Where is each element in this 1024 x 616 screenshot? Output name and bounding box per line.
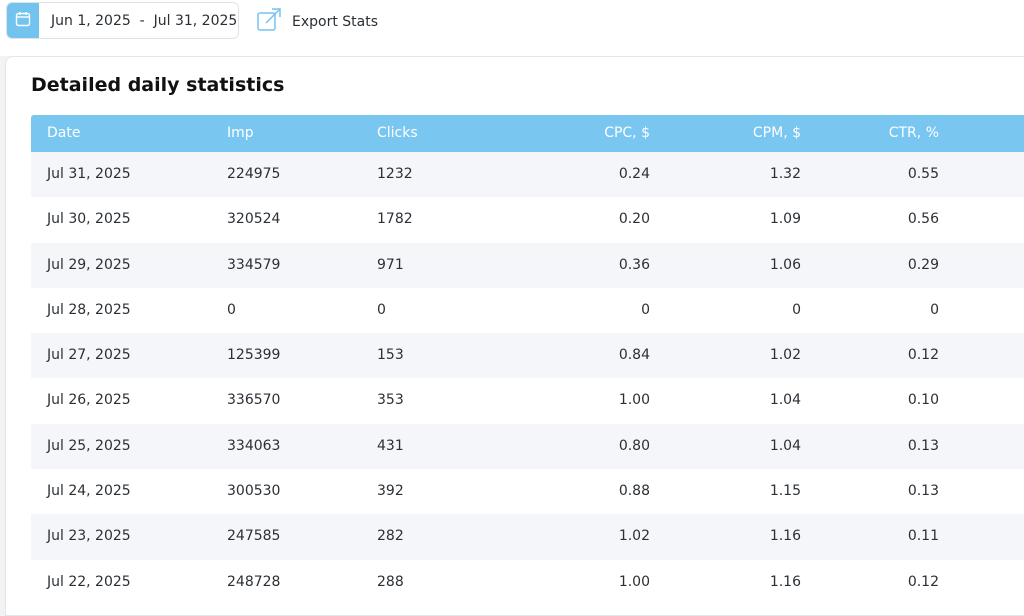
calendar-icon xyxy=(15,11,31,31)
cell-clicks: 392 xyxy=(377,483,404,500)
cell-ctr: 0.12 xyxy=(907,347,939,364)
table-row: Jul 27, 2025 125399 153 0.84 1.02 0.12 xyxy=(31,333,1024,379)
table-row: Jul 26, 2025 336570 353 1.00 1.04 0.10 xyxy=(31,378,1024,424)
cell-ctr: 0.11 xyxy=(907,528,939,545)
cell-cpm: 1.06 xyxy=(769,256,801,273)
cell-clicks: 153 xyxy=(377,347,404,364)
cell-cpm: 1.32 xyxy=(769,166,801,182)
column-header-cpm[interactable]: CPM, $ xyxy=(753,115,801,152)
cell-cpm: 1.02 xyxy=(769,347,801,364)
cell-date: Jul 23, 2025 xyxy=(47,528,131,545)
cell-ctr: 0 xyxy=(930,301,939,318)
cell-imp: 320524 xyxy=(227,211,281,228)
table-row: Jul 31, 2025 224975 1232 0.24 1.32 0.55 xyxy=(31,152,1024,198)
cell-cpm: 1.15 xyxy=(769,483,801,500)
cell-imp: 334579 xyxy=(227,256,281,273)
cell-date: Jul 27, 2025 xyxy=(47,347,131,364)
cell-imp: 125399 xyxy=(227,347,281,364)
table-row: Jul 29, 2025 334579 971 0.36 1.06 0.29 xyxy=(31,242,1024,288)
table-row: Jul 30, 2025 320524 1782 0.20 1.09 0.56 xyxy=(31,197,1024,243)
cell-cpc: 0.24 xyxy=(618,166,650,182)
cell-cpm: 1.16 xyxy=(769,573,801,590)
cell-cpm: 1.09 xyxy=(769,211,801,228)
cell-imp: 224975 xyxy=(227,166,281,182)
cell-cpc: 0.20 xyxy=(618,211,650,228)
cell-ctr: 0.13 xyxy=(907,437,939,454)
column-header-cpc[interactable]: CPC, $ xyxy=(604,115,650,152)
table-header: Date Imp Clicks CPC, $ CPM, $ CTR, % xyxy=(31,115,1024,152)
cell-clicks: 282 xyxy=(377,528,404,545)
export-stats-label[interactable]: Export Stats xyxy=(292,14,378,30)
cell-clicks: 0 xyxy=(377,301,386,318)
cell-date: Jul 31, 2025 xyxy=(47,166,131,182)
cell-cpm: 1.16 xyxy=(769,528,801,545)
cell-ctr: 0.10 xyxy=(907,392,939,409)
cell-date: Jul 22, 2025 xyxy=(47,573,131,590)
cell-imp: 334063 xyxy=(227,437,281,454)
cell-clicks: 1782 xyxy=(377,211,413,228)
column-header-date[interactable]: Date xyxy=(47,115,80,152)
cell-clicks: 431 xyxy=(377,437,404,454)
cell-cpc: 0.36 xyxy=(618,256,650,273)
cell-clicks: 1232 xyxy=(377,166,413,182)
cell-cpm: 1.04 xyxy=(769,437,801,454)
date-range-picker[interactable]: Jun 1, 2025 - Jul 31, 2025 xyxy=(6,2,239,39)
cell-date: Jul 26, 2025 xyxy=(47,392,131,409)
cell-cpm: 1.04 xyxy=(769,392,801,409)
cell-clicks: 971 xyxy=(377,256,404,273)
cell-ctr: 0.13 xyxy=(907,483,939,500)
cell-imp: 336570 xyxy=(227,392,281,409)
cell-cpc: 0.88 xyxy=(618,483,650,500)
cell-cpc: 0.84 xyxy=(618,347,650,364)
column-header-imp[interactable]: Imp xyxy=(227,115,254,152)
cell-clicks: 288 xyxy=(377,573,404,590)
page-title: Detailed daily statistics xyxy=(31,74,285,96)
cell-imp: 247585 xyxy=(227,528,281,545)
cell-date: Jul 29, 2025 xyxy=(47,256,131,273)
statistics-card: Detailed daily statistics Date Imp Click… xyxy=(5,56,1024,616)
cell-cpm: 0 xyxy=(792,301,801,318)
cell-cpc: 1.00 xyxy=(618,392,650,409)
cell-ctr: 0.12 xyxy=(907,573,939,590)
cell-ctr: 0.55 xyxy=(907,166,939,182)
statistics-table: Date Imp Clicks CPC, $ CPM, $ CTR, % Jul… xyxy=(31,115,1024,605)
cell-ctr: 0.29 xyxy=(907,256,939,273)
table-row: Jul 28, 2025 0 0 0 0 0 xyxy=(31,287,1024,334)
cell-date: Jul 30, 2025 xyxy=(47,211,131,228)
cell-cpc: 1.00 xyxy=(618,573,650,590)
cell-date: Jul 24, 2025 xyxy=(47,483,131,500)
cell-cpc: 1.02 xyxy=(618,528,650,545)
table-row: Jul 22, 2025 248728 288 1.00 1.16 0.12 xyxy=(31,559,1024,605)
cell-cpc: 0 xyxy=(641,301,650,318)
cell-clicks: 353 xyxy=(377,392,404,409)
export-stats-button[interactable]: Export Stats xyxy=(256,7,378,37)
column-header-clicks[interactable]: Clicks xyxy=(377,115,418,152)
cell-date: Jul 28, 2025 xyxy=(47,301,131,318)
cell-cpc: 0.80 xyxy=(618,437,650,454)
table-body: Jul 31, 2025 224975 1232 0.24 1.32 0.55 … xyxy=(31,152,1024,605)
cell-imp: 0 xyxy=(227,301,236,318)
calendar-button[interactable] xyxy=(7,3,39,38)
table-row: Jul 24, 2025 300530 392 0.88 1.15 0.13 xyxy=(31,469,1024,515)
column-header-ctr[interactable]: CTR, % xyxy=(889,115,939,152)
cell-imp: 248728 xyxy=(227,573,281,590)
external-link-icon xyxy=(256,7,282,37)
cell-imp: 300530 xyxy=(227,483,281,500)
cell-date: Jul 25, 2025 xyxy=(47,437,131,454)
table-row: Jul 25, 2025 334063 431 0.80 1.04 0.13 xyxy=(31,423,1024,470)
toolbar: Jun 1, 2025 - Jul 31, 2025 Export Stats xyxy=(0,0,1024,56)
date-range-text[interactable]: Jun 1, 2025 - Jul 31, 2025 xyxy=(51,13,237,29)
table-row: Jul 23, 2025 247585 282 1.02 1.16 0.11 xyxy=(31,514,1024,560)
cell-ctr: 0.56 xyxy=(907,211,939,228)
